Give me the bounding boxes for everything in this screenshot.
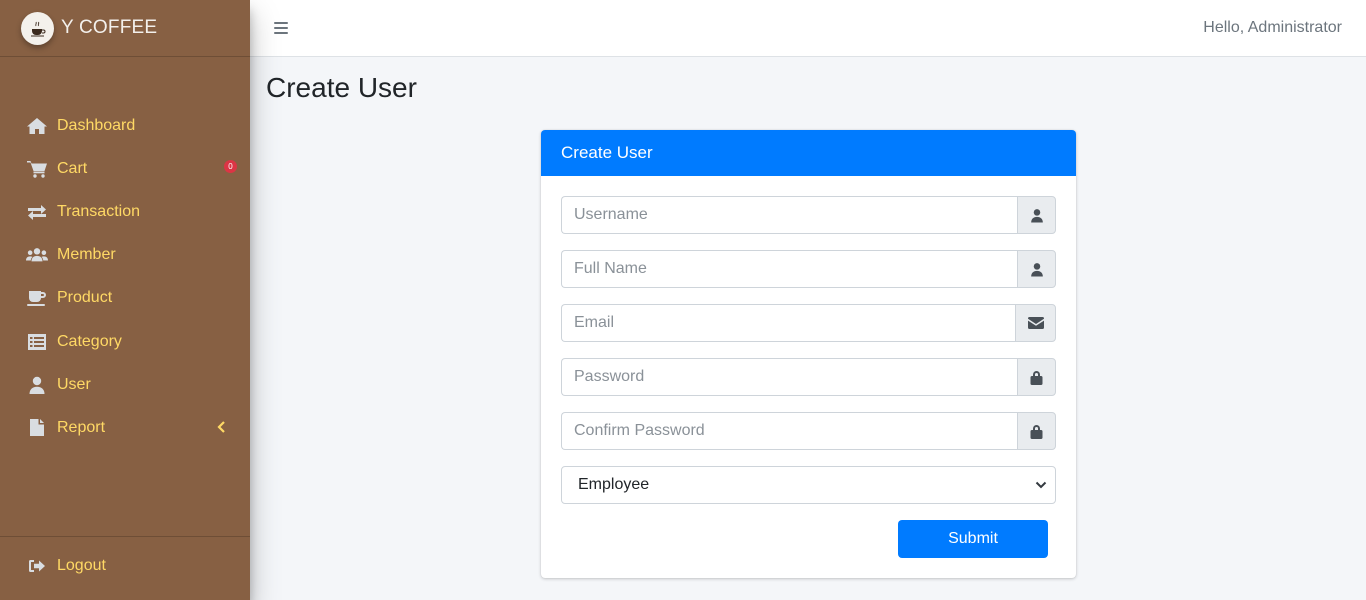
sidebar-item-category[interactable]: Category	[0, 320, 250, 363]
sidebar-item-label: Dashboard	[57, 116, 136, 134]
sidebar: Y COFFEE Dashboard Cart 0 Transaction Me…	[0, 0, 250, 600]
envelope-icon	[1015, 304, 1056, 342]
sidebar-item-label: Report	[57, 418, 106, 436]
user-icon	[1017, 196, 1056, 234]
brand-link[interactable]: Y COFFEE	[0, 0, 250, 57]
cart-count-badge: 0	[224, 160, 237, 174]
role-select[interactable]: Employee	[561, 466, 1056, 504]
create-user-card: Create User Employee Sub	[541, 130, 1076, 578]
sidebar-item-label: User	[57, 375, 91, 393]
list-alt-icon	[26, 332, 48, 352]
lock-icon	[1017, 358, 1056, 396]
confirm-password-group	[561, 412, 1056, 450]
card-header: Create User	[541, 130, 1076, 176]
brand-name: Y COFFEE	[61, 17, 158, 38]
sidebar-item-transaction[interactable]: Transaction	[0, 190, 250, 233]
brand-logo	[21, 11, 54, 45]
sidebar-item-label: Category	[57, 332, 122, 350]
sidebar-divider	[0, 536, 250, 537]
sidebar-item-label: Member	[57, 246, 116, 264]
sidebar-item-report[interactable]: Report	[0, 406, 250, 449]
sidebar-item-member[interactable]: Member	[0, 234, 250, 277]
file-icon	[26, 418, 48, 438]
confirm-password-input[interactable]	[561, 412, 1017, 450]
top-navbar: Hello, Administrator	[250, 0, 1366, 57]
shopping-cart-icon	[26, 159, 48, 179]
chevron-left-icon[interactable]	[217, 420, 226, 438]
sidebar-item-cart[interactable]: Cart 0	[0, 147, 250, 190]
fullname-group	[561, 250, 1056, 288]
logout-link[interactable]: Logout	[0, 544, 106, 587]
coffee-cup-icon	[26, 288, 48, 308]
username-group	[561, 196, 1056, 234]
sidebar-item-product[interactable]: Product	[0, 277, 250, 320]
username-input[interactable]	[561, 196, 1017, 234]
home-icon	[26, 116, 48, 136]
password-input[interactable]	[561, 358, 1017, 396]
sidebar-item-label: Transaction	[57, 202, 140, 220]
sidebar-item-label: Product	[57, 289, 113, 307]
logout-label: Logout	[57, 556, 106, 574]
users-icon	[26, 245, 48, 265]
password-group	[561, 358, 1056, 396]
sidebar-item-dashboard[interactable]: Dashboard	[0, 104, 250, 147]
menu-toggle-icon[interactable]	[274, 21, 288, 35]
sign-out-icon	[26, 556, 48, 576]
lock-icon	[1017, 412, 1056, 450]
email-group	[561, 304, 1056, 342]
user-greeting[interactable]: Hello, Administrator	[1203, 19, 1342, 37]
fullname-input[interactable]	[561, 250, 1017, 288]
role-select-value: Employee	[578, 476, 650, 493]
sidebar-nav: Dashboard Cart 0 Transaction Member Prod…	[0, 104, 250, 450]
exchange-icon	[26, 202, 48, 222]
user-icon	[26, 375, 48, 395]
email-input[interactable]	[561, 304, 1015, 342]
sidebar-item-label: Cart	[57, 159, 88, 177]
user-icon	[1017, 250, 1056, 288]
chevron-down-icon	[1035, 476, 1047, 494]
page-title: Create User	[266, 72, 417, 103]
submit-button[interactable]: Submit	[898, 520, 1048, 558]
sidebar-item-user[interactable]: User	[0, 363, 250, 406]
